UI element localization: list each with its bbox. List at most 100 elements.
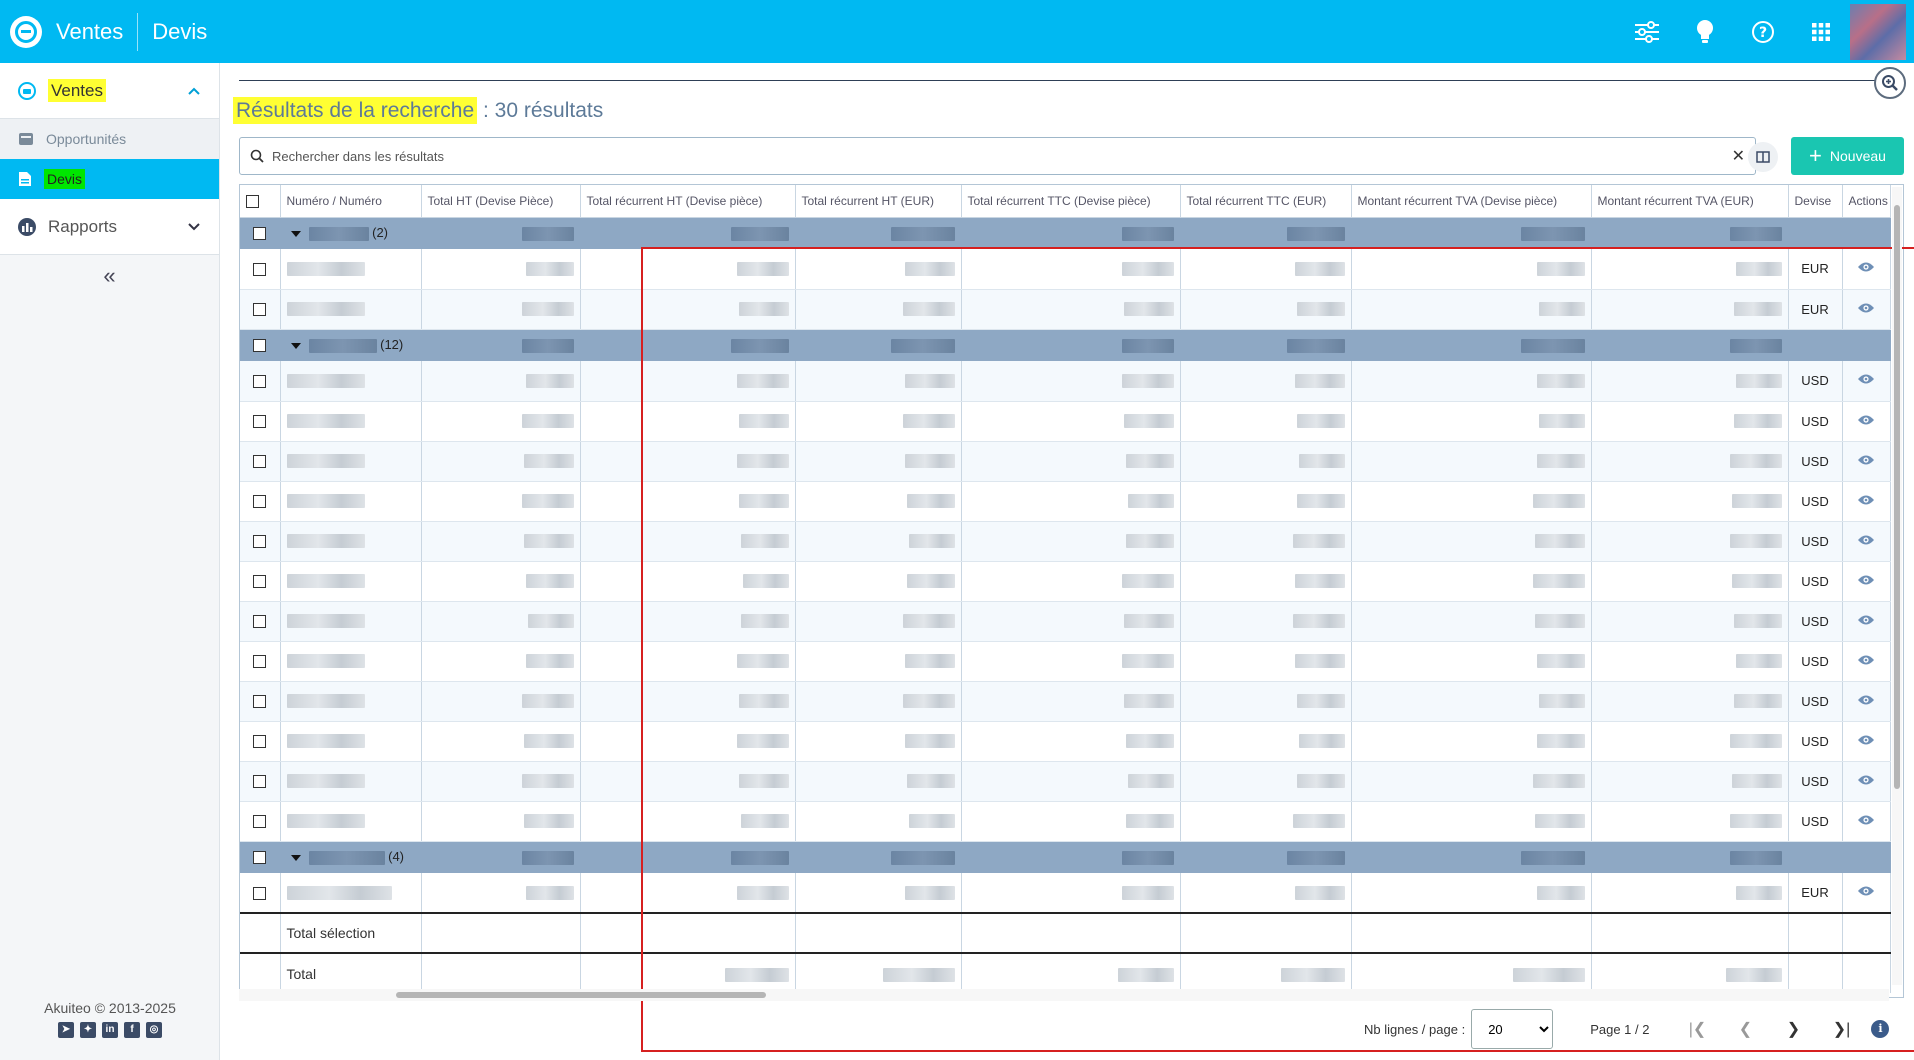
eye-icon[interactable] [1857, 373, 1875, 385]
row-checkbox[interactable] [240, 681, 281, 722]
caret-down-icon[interactable] [290, 231, 301, 238]
group-label[interactable]: (2) [280, 217, 422, 249]
view-button[interactable] [1842, 441, 1891, 482]
bluesky-icon[interactable]: ✦ [80, 1022, 96, 1038]
table-row[interactable]: USD [240, 761, 1891, 802]
row-checkbox[interactable] [240, 249, 281, 290]
eye-icon[interactable] [1857, 454, 1875, 466]
select-all-checkbox[interactable] [240, 185, 281, 218]
quote-number-cell[interactable] [280, 249, 422, 290]
chevron-down-icon[interactable] [187, 222, 201, 232]
zoom-in-icon[interactable] [1874, 67, 1906, 99]
row-checkbox[interactable] [240, 721, 281, 762]
table-row[interactable]: EUR [240, 873, 1891, 914]
column-header[interactable]: Montant récurrent TVA (Devise pièce) [1351, 185, 1592, 218]
group-checkbox[interactable] [240, 217, 281, 249]
table-row[interactable]: USD [240, 601, 1891, 642]
row-checkbox[interactable] [240, 601, 281, 642]
quote-number-cell[interactable] [280, 641, 422, 682]
horizontal-scrollbar[interactable] [239, 989, 1889, 1001]
eye-icon[interactable] [1857, 814, 1875, 826]
sidebar-item-opportunites[interactable]: Opportunités [0, 119, 219, 159]
view-button[interactable] [1842, 761, 1891, 802]
table-row[interactable]: USD [240, 401, 1891, 442]
view-button[interactable] [1842, 361, 1891, 402]
column-header[interactable]: Montant récurrent TVA (EUR) [1591, 185, 1789, 218]
group-label[interactable]: (4) [280, 841, 422, 873]
clear-search-icon[interactable]: ✕ [1732, 146, 1745, 166]
sidebar-section-rapports[interactable]: Rapports [0, 199, 219, 255]
table-row[interactable]: USD [240, 361, 1891, 402]
row-checkbox[interactable] [240, 401, 281, 442]
view-button[interactable] [1842, 873, 1891, 914]
column-header[interactable]: Total récurrent HT (Devise pièce) [580, 185, 796, 218]
table-row[interactable]: USD [240, 441, 1891, 482]
app-title[interactable]: Ventes [56, 19, 123, 45]
view-button[interactable] [1842, 641, 1891, 682]
row-checkbox[interactable] [240, 801, 281, 842]
last-page-icon[interactable]: ❯| [1817, 1019, 1865, 1039]
eye-icon[interactable] [1857, 302, 1875, 314]
quote-number-cell[interactable] [280, 873, 422, 914]
table-row[interactable]: USD [240, 521, 1891, 562]
sidebar-section-ventes[interactable]: Ventes [0, 63, 219, 119]
quote-number-cell[interactable] [280, 289, 422, 330]
eye-icon[interactable] [1857, 734, 1875, 746]
row-checkbox[interactable] [240, 361, 281, 402]
view-button[interactable] [1842, 681, 1891, 722]
briefcase-logo-icon[interactable] [10, 15, 42, 48]
view-button[interactable] [1842, 481, 1891, 522]
apps-grid-icon[interactable] [1792, 0, 1850, 63]
search-input[interactable] [272, 148, 1712, 164]
quote-number-cell[interactable] [280, 601, 422, 642]
column-header[interactable]: Total récurrent HT (EUR) [795, 185, 962, 218]
linkedin-icon[interactable]: in [102, 1022, 118, 1038]
info-icon[interactable]: i [1871, 1020, 1890, 1038]
view-button[interactable] [1842, 521, 1891, 562]
eye-icon[interactable] [1857, 414, 1875, 426]
quote-number-cell[interactable] [280, 801, 422, 842]
group-checkbox[interactable] [240, 329, 281, 361]
lightbulb-icon[interactable] [1676, 0, 1734, 63]
user-avatar[interactable] [1850, 3, 1906, 60]
group-row[interactable]: (2) [240, 217, 1891, 249]
table-row[interactable]: EUR [240, 289, 1891, 330]
row-checkbox[interactable] [240, 761, 281, 802]
quote-number-cell[interactable] [280, 561, 422, 602]
collapse-sidebar-icon[interactable]: « [0, 263, 219, 289]
table-row[interactable]: USD [240, 721, 1891, 762]
sliders-icon[interactable] [1618, 0, 1676, 63]
table-row[interactable]: USD [240, 481, 1891, 522]
help-icon[interactable]: ? [1734, 0, 1792, 63]
rows-per-page-select[interactable]: 20 [1471, 1009, 1554, 1049]
group-label[interactable]: (12) [280, 329, 422, 361]
vertical-scrollbar[interactable] [1892, 187, 1902, 985]
group-row[interactable]: (4) [240, 841, 1891, 873]
next-page-icon[interactable]: ❯ [1769, 1019, 1817, 1039]
column-header[interactable]: Total récurrent TTC (Devise pièce) [961, 185, 1181, 218]
table-row[interactable]: USD [240, 641, 1891, 682]
telegram-icon[interactable]: ➤ [58, 1022, 74, 1038]
column-header[interactable]: Numéro / Numéro [280, 185, 422, 218]
caret-down-icon[interactable] [290, 855, 301, 862]
eye-icon[interactable] [1857, 574, 1875, 586]
column-header[interactable]: Total récurrent TTC (EUR) [1180, 185, 1352, 218]
table-row[interactable]: USD [240, 681, 1891, 722]
quote-number-cell[interactable] [280, 721, 422, 762]
first-page-icon[interactable]: |❮ [1673, 1019, 1721, 1039]
table-row[interactable]: USD [240, 801, 1891, 842]
view-button[interactable] [1842, 289, 1891, 330]
view-button[interactable] [1842, 801, 1891, 842]
columns-toggle-icon[interactable] [1748, 142, 1778, 172]
new-button[interactable]: + Nouveau [1791, 137, 1904, 175]
caret-down-icon[interactable] [290, 343, 301, 350]
row-checkbox[interactable] [240, 441, 281, 482]
group-checkbox[interactable] [240, 841, 281, 873]
row-checkbox[interactable] [240, 873, 281, 914]
view-button[interactable] [1842, 601, 1891, 642]
quote-number-cell[interactable] [280, 481, 422, 522]
eye-icon[interactable] [1857, 494, 1875, 506]
quote-number-cell[interactable] [280, 761, 422, 802]
row-checkbox[interactable] [240, 481, 281, 522]
eye-icon[interactable] [1857, 694, 1875, 706]
